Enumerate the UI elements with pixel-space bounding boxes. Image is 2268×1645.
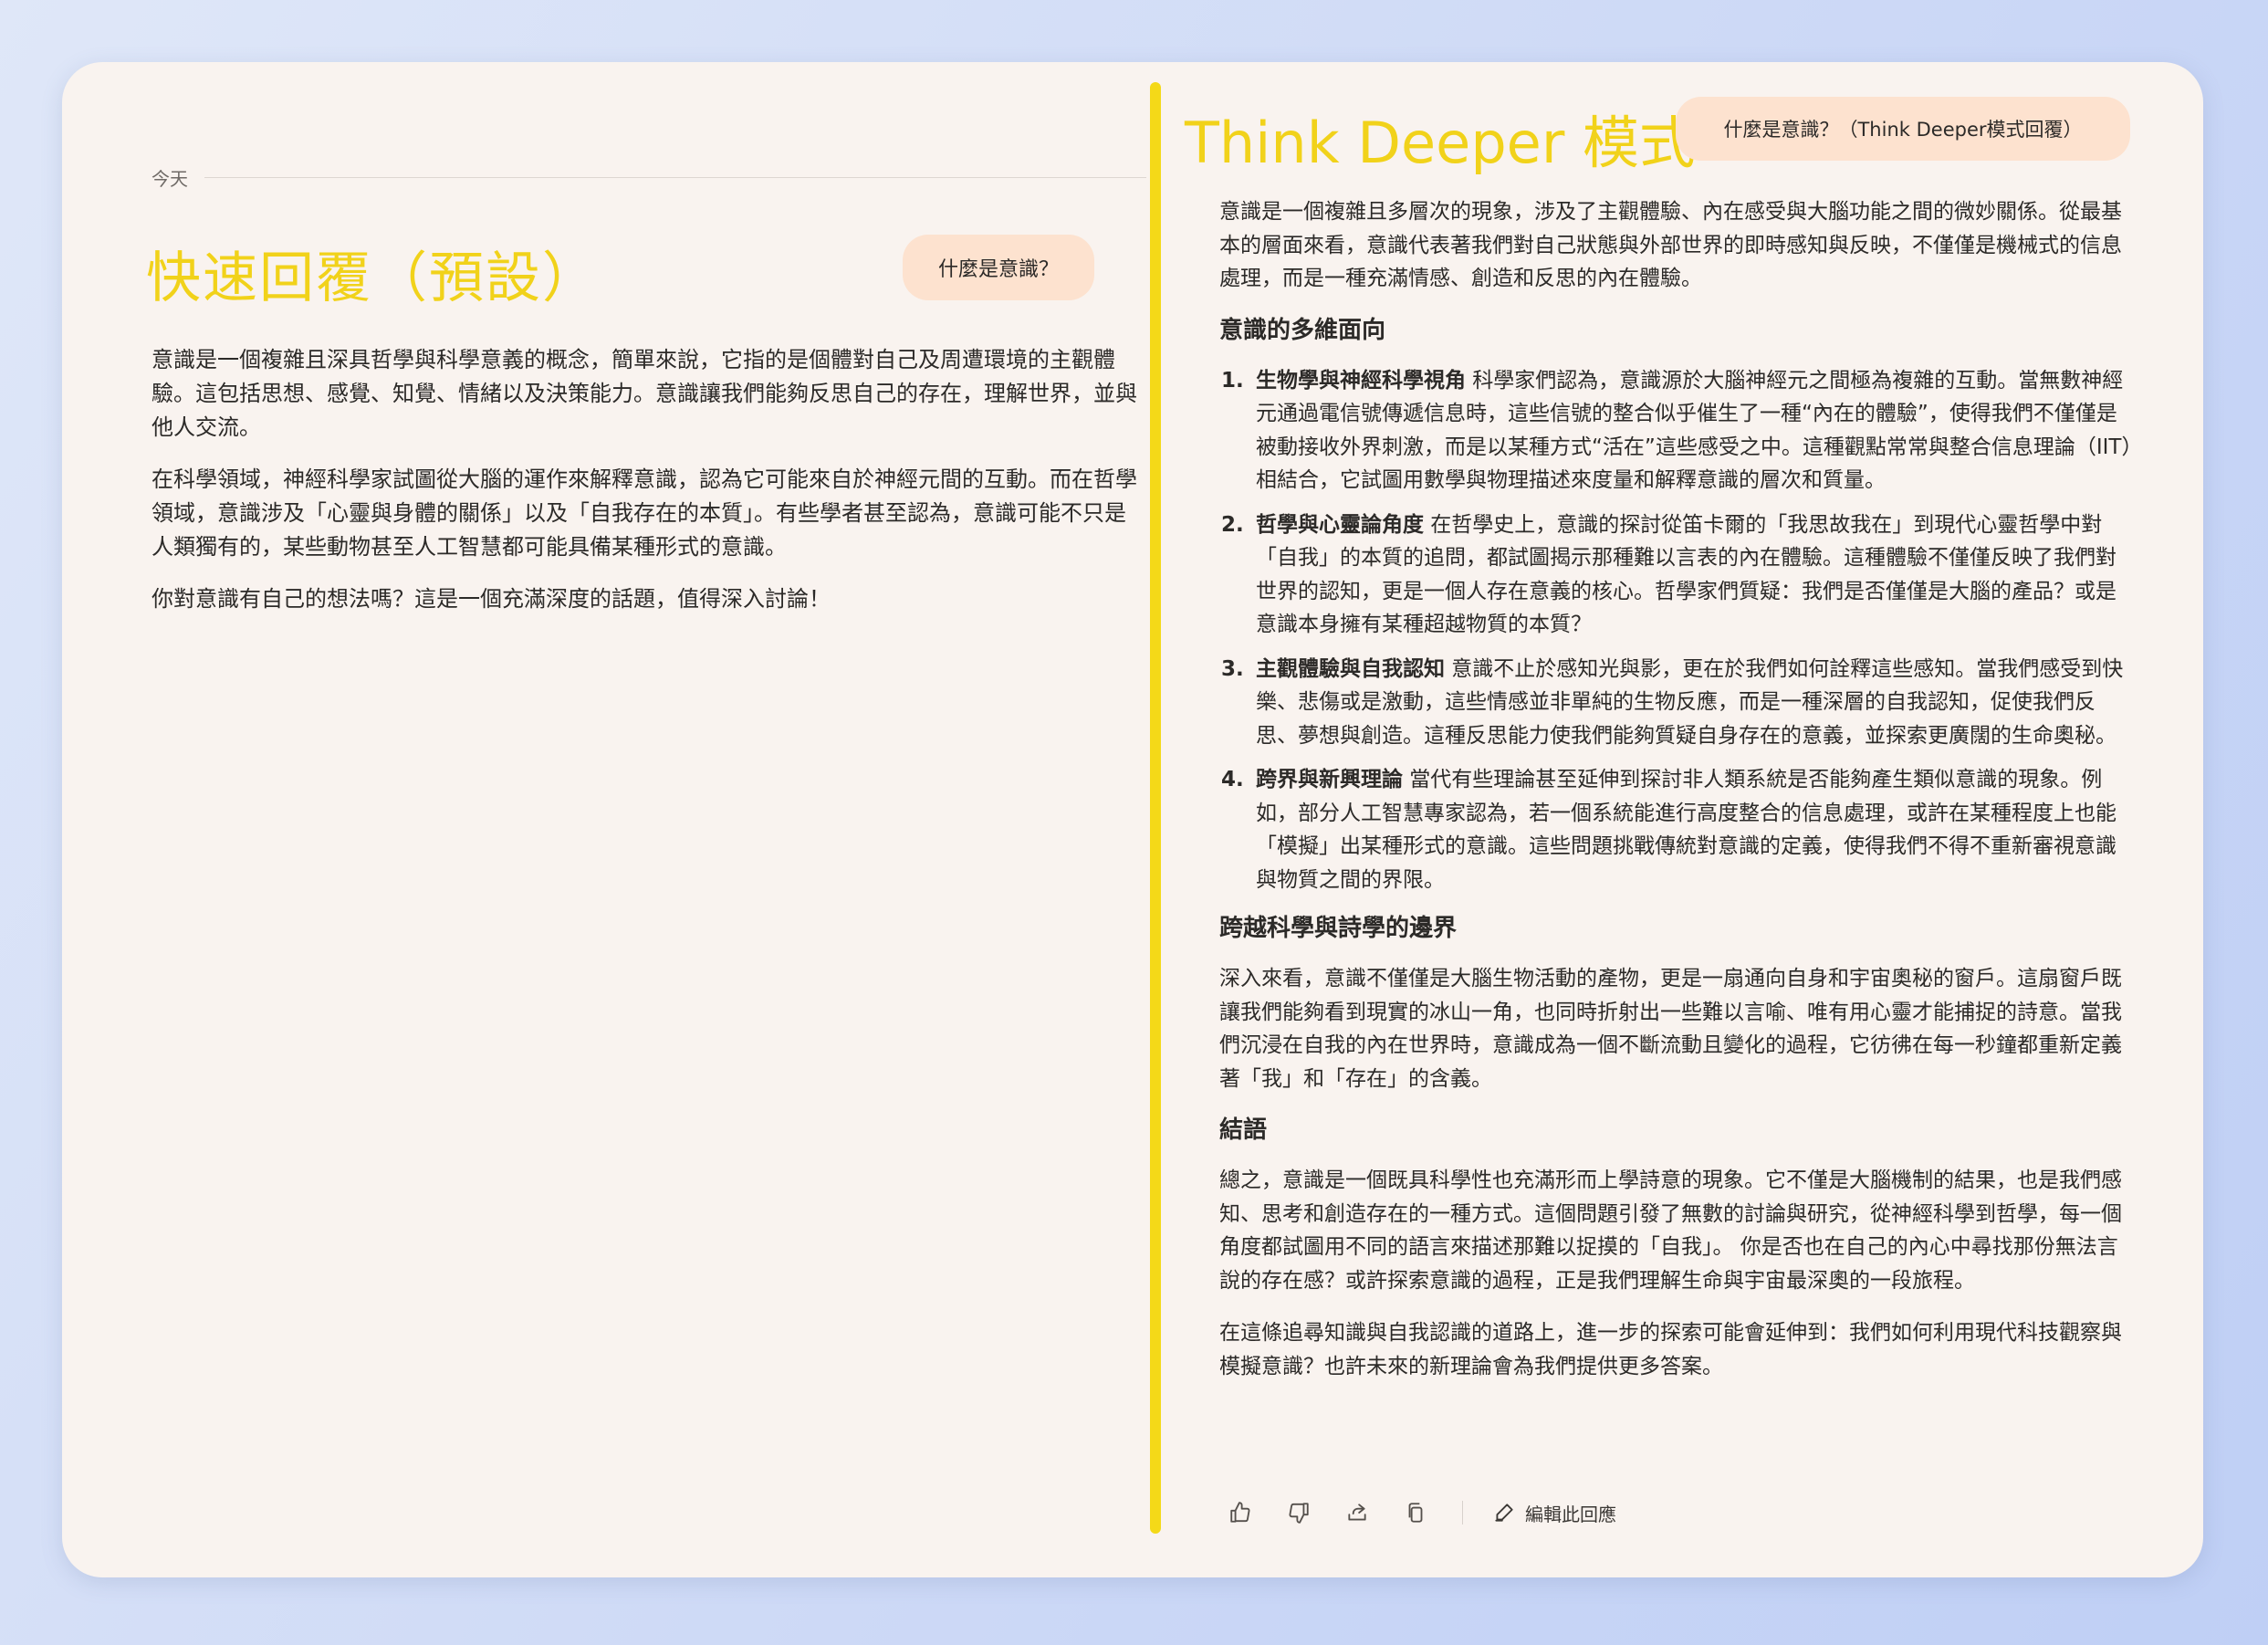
intro-paragraph: 意識是一個複雜且多層次的現象，涉及了主觀體驗、內在感受與大腦功能之間的微妙關係。… xyxy=(1219,200,2122,290)
user-question-bubble-deeper: 什麼是意識？（Think Deeper模式回覆） xyxy=(1676,97,2130,161)
section-heading: 結語 xyxy=(1219,1116,1268,1144)
user-question-bubble: 什麼是意識？ xyxy=(903,235,1094,300)
list-number: 4. xyxy=(1221,768,1244,791)
list-term: 哲學與心靈論角度 xyxy=(1256,512,1424,537)
section-heading: 跨越科學與詩學的邊界 xyxy=(1219,915,1458,942)
answer-paragraph: 意識是一個複雜且深具哲學與科學意義的概念，簡單來說，它指的是個體對自己及周遭環境… xyxy=(152,347,1137,440)
list-term: 主觀體驗與自我認知 xyxy=(1256,656,1445,681)
thumbs-up-icon[interactable] xyxy=(1223,1495,1258,1530)
quick-reply-answer: 意識是一個複雜且深具哲學與科學意義的概念，簡單來說，它指的是個體對自己及周遭環境… xyxy=(152,343,1146,634)
date-divider-line xyxy=(204,177,1146,178)
section-paragraph: 深入來看，意識不僅僅是大腦生物活動的產物，更是一扇通向自身和宇宙奧秘的窗戶。這扇… xyxy=(1219,967,2122,1091)
list-item: 4. 跨界與新興理論 當代有些理論甚至延伸到探討非人類系統是否能夠產生類似意識的現… xyxy=(1219,763,2132,896)
list-item: 3. 主觀體驗與自我認知 意識不止於感知光與影，更在於我們如何詮釋這些感知。當我們… xyxy=(1219,653,2132,753)
answer-paragraph: 在科學領域，神經科學家試圖從大腦的運作來解釋意識，認為它可能來自於神經元間的互動… xyxy=(152,466,1137,560)
aspects-list: 1. 生物學與神經科學視角 科學家們認為，意識源於大腦神經元之間極為複雜的互動。當… xyxy=(1219,364,2132,897)
thumbs-down-icon[interactable] xyxy=(1281,1495,1316,1530)
actions-separator xyxy=(1462,1501,1463,1525)
section-paragraph: 在這條追尋知識與自我認識的道路上，進一步的探索可能會延伸到：我們如何利用現代科技… xyxy=(1219,1321,2122,1378)
date-label: 今天 xyxy=(152,168,188,190)
list-number: 2. xyxy=(1221,512,1244,537)
answer-paragraph: 你對意識有自己的想法嗎？這是一個充滿深度的話題，值得深入討論！ xyxy=(152,586,831,612)
list-number: 1. xyxy=(1221,368,1244,393)
list-item: 2. 哲學與心靈論角度 在哲學史上，意識的探討從笛卡爾的「我思故我在」到現代心靈哲… xyxy=(1219,508,2132,642)
edit-response-label: 編輯此回應 xyxy=(1525,1503,1616,1525)
comparison-card: 今天 快速回覆（預設） 什麼是意識？ 意識是一個複雜且深具哲學與科學意義的概念，… xyxy=(62,62,2203,1577)
yellow-divider xyxy=(1150,82,1161,1534)
edit-pencil-icon xyxy=(1495,1504,1513,1522)
date-separator: 今天 xyxy=(152,164,1146,191)
list-term: 跨界與新興理論 xyxy=(1256,768,1403,791)
quick-reply-title: 快速回覆（預設） xyxy=(146,246,599,310)
list-term: 生物學與神經科學視角 xyxy=(1256,368,1466,393)
list-number: 3. xyxy=(1221,656,1244,681)
section-heading: 意識的多維面向 xyxy=(1219,316,1386,344)
list-item: 1. 生物學與神經科學視角 科學家們認為，意識源於大腦神經元之間極為複雜的互動。當… xyxy=(1219,364,2132,498)
quick-reply-panel: 今天 快速回覆（預設） 什麼是意識？ 意識是一個複雜且深具哲學與科學意義的概念，… xyxy=(62,62,1146,1577)
think-deeper-answer: 意識是一個複雜且多層次的現象，涉及了主觀體驗、內在感受與大腦功能之間的微妙關係。… xyxy=(1219,195,2132,1402)
share-icon[interactable] xyxy=(1340,1495,1374,1530)
section-paragraph: 總之，意識是一個既具科學性也充滿形而上學詩意的現象。它不僅是大腦機制的結果，也是… xyxy=(1219,1168,2122,1293)
response-actions: 編輯此回應 xyxy=(1223,1495,1616,1530)
think-deeper-title: Think Deeper 模式 xyxy=(1185,110,1697,176)
copy-icon[interactable] xyxy=(1398,1495,1433,1530)
edit-response-button[interactable]: 編輯此回應 xyxy=(1492,1500,1616,1526)
